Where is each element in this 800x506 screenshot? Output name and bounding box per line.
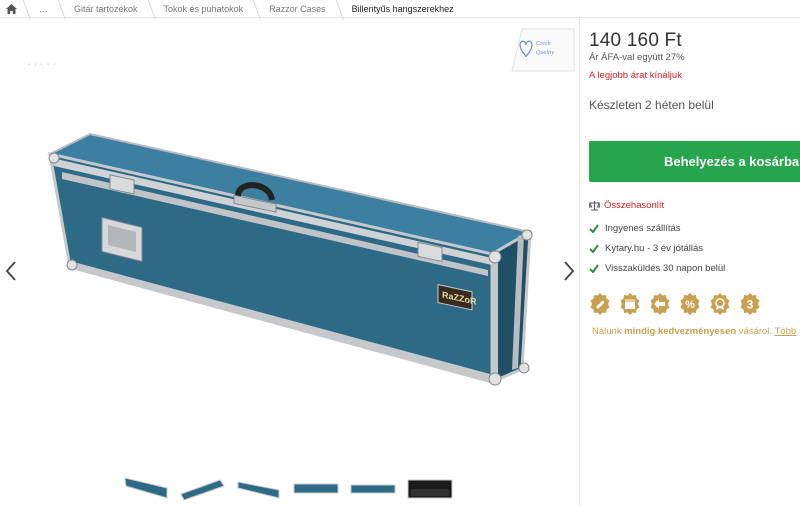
benefit-free-shipping: Ingyenes szállítás (589, 223, 681, 234)
breadcrumb-home[interactable] (0, 0, 27, 18)
benefit-warranty: Kytary.hu - 3 év jótállás (589, 243, 703, 254)
check-icon (589, 224, 599, 233)
breadcrumb-item-cases[interactable]: Tokok és puhatokok (152, 0, 258, 18)
thumbnail-strip (122, 474, 462, 504)
stray-text: · · · · · (28, 61, 57, 68)
benefit-label: Ingyenes szállítás (605, 223, 681, 234)
benefit-returns: Visszaküldés 30 napon belül (589, 263, 725, 274)
tagline-suffix: vásárol. (736, 326, 775, 337)
stock-status: Készleten 2 héten belül (589, 98, 714, 112)
thumbnail-3[interactable] (235, 474, 283, 502)
czech-quality-badge: Czech Quality (511, 28, 575, 72)
tagline-bold: mindig kedvezményesen (624, 326, 737, 337)
tagline-prefix: Nálunk (592, 326, 625, 337)
previous-image-arrow[interactable] (2, 259, 22, 283)
badge-number: 3 (747, 298, 754, 312)
product-info-panel: 140 160 Ft Ár ÁFA-val együtt 27% A legjo… (588, 19, 800, 506)
breadcrumb-link[interactable]: … (39, 4, 48, 14)
percent-badge-icon[interactable]: % (678, 292, 702, 316)
home-icon (6, 3, 17, 14)
breadcrumb-item-razzor[interactable]: Razzor Cases (257, 0, 340, 18)
return-arrow-badge-icon[interactable] (648, 292, 672, 316)
breadcrumb-link[interactable]: Billentyűs hangszerekhez (352, 4, 454, 14)
calendar-badge-icon[interactable] (618, 292, 642, 316)
svg-text:%: % (685, 299, 695, 311)
check-icon (589, 264, 599, 273)
thumbnail-4[interactable] (292, 474, 340, 502)
check-icon (589, 244, 599, 253)
thumbnail-1[interactable] (122, 474, 170, 502)
breadcrumb: … Gitár tartozékok Tokok és puhatokok Ra… (0, 0, 800, 18)
vat-note: Ár ÁFA-val együtt 27% (589, 52, 685, 63)
benefit-label: Visszaküldés 30 napon belül (605, 263, 726, 274)
scale-icon (589, 200, 600, 210)
compare-label[interactable]: Összehasonlít (604, 200, 664, 211)
thumbnail-6[interactable] (406, 474, 454, 502)
breadcrumb-link[interactable]: Tokok és puhatokok (164, 4, 244, 14)
product-price: 140 160 Ft (589, 30, 682, 51)
discount-tagline: Nálunk mindig kedvezményesen vásárol. Tö… (592, 326, 796, 337)
breadcrumb-item-current[interactable]: Billentyűs hangszerekhez (340, 0, 468, 18)
badge-line2: Quality (536, 50, 554, 56)
benefit-label: Kytary.hu - 3 év jótállás (605, 243, 704, 254)
benefit-badges: % 3 (588, 292, 768, 316)
product-gallery: Czech Quality · · · · · RaZZoR (0, 19, 580, 506)
badge-line1: Czech (536, 41, 551, 47)
tagline-more-link[interactable]: Több (775, 326, 797, 337)
thumbnail-2[interactable] (178, 474, 226, 502)
award-badge-icon[interactable] (708, 292, 732, 316)
number-badge-icon[interactable]: 3 (738, 292, 762, 316)
next-image-arrow[interactable] (558, 259, 578, 283)
best-price-notice: A legjobb árat kínáljuk (589, 70, 682, 81)
add-to-cart-button[interactable]: Behelyezés a kosárba (589, 141, 800, 182)
thumbnail-5[interactable] (349, 474, 397, 502)
product-main-image[interactable]: RaZZoR (40, 124, 540, 444)
compare-link[interactable]: Összehasonlít (589, 200, 664, 211)
breadcrumb-link[interactable]: Gitár tartozékok (74, 4, 138, 14)
breadcrumb-item-guitar-accessories[interactable]: Gitár tartozékok (62, 0, 152, 18)
breadcrumb-item-ellipsis[interactable]: … (27, 0, 62, 18)
breadcrumb-link[interactable]: Razzor Cases (269, 4, 326, 14)
price-tag-badge-icon[interactable] (588, 292, 612, 316)
